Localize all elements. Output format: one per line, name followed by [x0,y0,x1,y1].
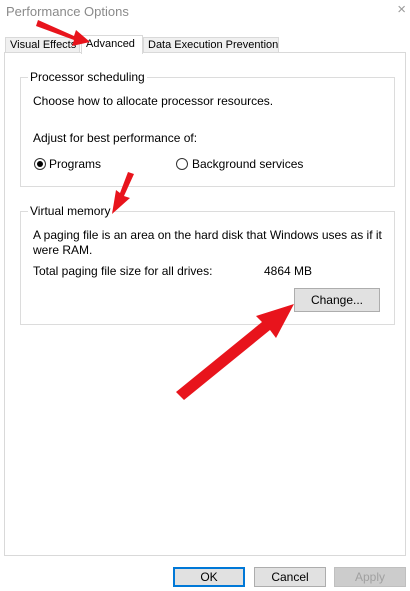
change-button[interactable]: Change... [294,288,380,312]
background-services-radio[interactable] [176,158,188,170]
virtual-memory-description-line2: were RAM. [33,243,93,257]
programs-label[interactable]: Programs [49,157,101,171]
background-services-label[interactable]: Background services [192,157,303,171]
apply-button: Apply [334,567,406,587]
title-bar: Performance Options × [0,0,410,26]
virtual-memory-title: Virtual memory [28,204,113,218]
tab-advanced[interactable]: Advanced [81,35,143,54]
window-title: Performance Options [6,4,129,19]
tab-strip: Visual Effects Advanced Data Execution P… [0,35,410,54]
cancel-button[interactable]: Cancel [254,567,326,587]
tab-data-execution-prevention[interactable]: Data Execution Prevention [143,37,279,53]
virtual-memory-description-line1: A paging file is an area on the hard dis… [33,228,382,242]
close-icon[interactable]: × [397,2,406,18]
ok-button[interactable]: OK [173,567,245,587]
tab-visual-effects[interactable]: Visual Effects [5,37,80,53]
total-paging-size-value: 4864 MB [264,264,313,278]
processor-scheduling-description: Choose how to allocate processor resourc… [33,94,274,108]
adjust-performance-label: Adjust for best performance of: [33,131,198,145]
processor-scheduling-title: Processor scheduling [28,70,147,84]
total-paging-size-label: Total paging file size for all drives: [33,264,213,278]
performance-options-window: Performance Options × Visual Effects Adv… [0,0,410,591]
programs-radio[interactable] [34,158,46,170]
